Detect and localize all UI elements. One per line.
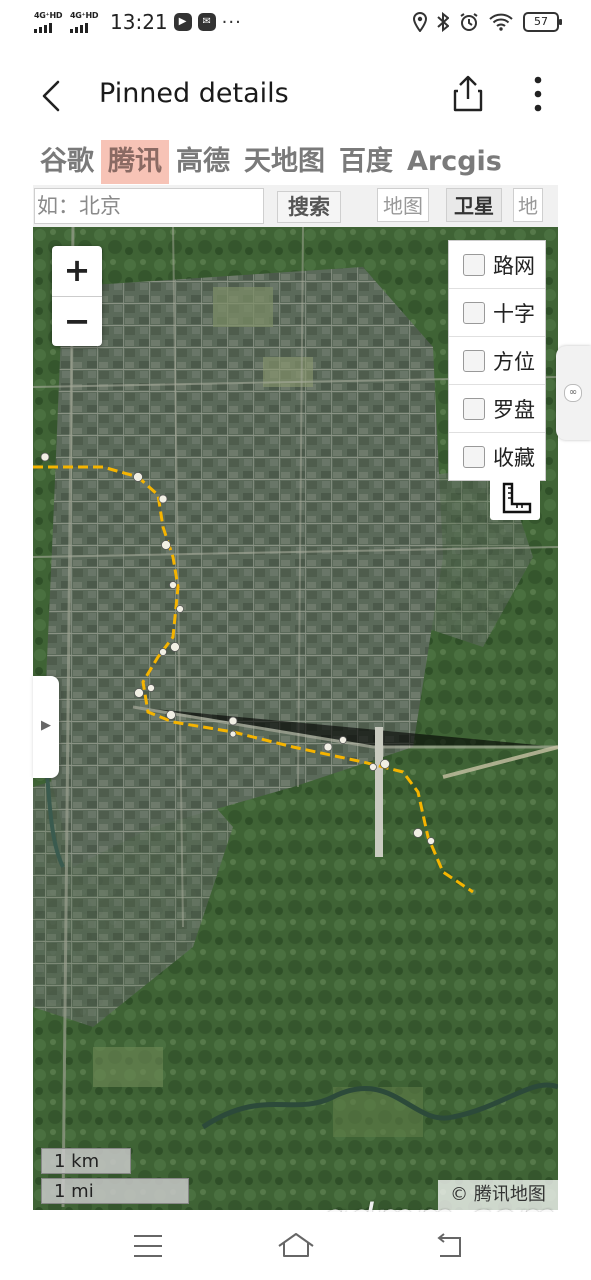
- layer-panel: 路网 十字 方位 罗盘 收藏: [448, 240, 546, 481]
- scale-bar-mi: 1 mi: [41, 1178, 189, 1204]
- search-button[interactable]: 搜索: [277, 191, 341, 223]
- provider-tab-google[interactable]: 谷歌: [33, 140, 101, 184]
- network-type-1: 4G⁺HD: [34, 11, 63, 20]
- provider-tab-arcgis[interactable]: Arcgis: [400, 140, 509, 184]
- checkbox-crosshair[interactable]: [463, 301, 485, 324]
- checkbox-favorites[interactable]: [463, 445, 485, 468]
- layer-roads[interactable]: 路网: [449, 241, 545, 289]
- battery-icon: 57: [523, 12, 562, 32]
- status-time: 13:21: [110, 10, 168, 34]
- layer-label: 收藏: [493, 445, 535, 470]
- zoom-in-button[interactable]: +: [52, 246, 102, 297]
- zoom-out-button[interactable]: −: [52, 297, 102, 347]
- status-bar: 4G⁺HD 4G⁺HD 13:21 ▶ ✉ ··· 57: [0, 0, 591, 46]
- layer-label: 路网: [493, 253, 535, 278]
- layer-bearing[interactable]: 方位: [449, 337, 545, 385]
- menu-icon[interactable]: [128, 1226, 168, 1266]
- more-notifications-icon: ···: [221, 11, 242, 33]
- page-title: Pinned details: [99, 78, 289, 109]
- alarm-icon: [460, 13, 478, 31]
- system-nav-bar: [0, 1212, 591, 1280]
- location-icon: [413, 12, 427, 32]
- app-header: Pinned details: [0, 54, 591, 136]
- checkbox-compass[interactable]: [463, 397, 485, 420]
- media-app-icon: ▶: [173, 13, 192, 31]
- chevron-right-icon: ▶: [41, 718, 51, 733]
- layer-label: 罗盘: [493, 397, 535, 422]
- bluetooth-icon: [437, 12, 449, 32]
- provider-tab-gaode[interactable]: 高德: [169, 140, 237, 184]
- layer-favorites[interactable]: 收藏: [449, 433, 545, 480]
- search-bar: 如：北京 搜索 地图 卫星 地: [33, 185, 558, 227]
- map-type-standard[interactable]: 地图: [377, 188, 429, 222]
- layer-compass[interactable]: 罗盘: [449, 385, 545, 433]
- back-icon[interactable]: [430, 1226, 470, 1266]
- network-type-2: 4G⁺HD: [70, 11, 99, 20]
- left-drawer-handle[interactable]: ▶: [33, 676, 59, 778]
- scale-bar-km: 1 km: [41, 1148, 131, 1174]
- provider-tab-tencent[interactable]: 腾讯: [101, 140, 169, 184]
- layer-label: 十字: [493, 301, 535, 326]
- layer-label: 方位: [493, 349, 535, 374]
- checkbox-bearing[interactable]: [463, 349, 485, 372]
- checkbox-roads[interactable]: [463, 253, 485, 276]
- more-vert-icon[interactable]: [522, 72, 554, 116]
- right-drawer-handle[interactable]: ∞: [556, 346, 591, 440]
- zoom-control: + −: [52, 246, 102, 346]
- back-arrow-icon[interactable]: [30, 74, 74, 118]
- cellular-signal-icon-2: 4G⁺HD: [70, 11, 100, 33]
- map-type-terrain[interactable]: 地: [513, 188, 543, 222]
- home-icon[interactable]: [276, 1226, 316, 1266]
- ruler-icon[interactable]: [490, 476, 540, 520]
- map-provider-tabs: 谷歌 腾讯 高德 天地图 百度 Arcgis: [33, 139, 558, 185]
- map-canvas[interactable]: + − 路网 十字 方位 罗盘 收藏 1 km 1 mi © 腾讯地图: [33, 227, 558, 1210]
- cellular-signal-icon: 4G⁺HD: [34, 11, 64, 33]
- wifi-icon: [489, 13, 513, 31]
- provider-tab-tianditu[interactable]: 天地图: [237, 140, 332, 184]
- map-type-satellite[interactable]: 卫星: [446, 188, 502, 222]
- mail-app-icon: ✉: [197, 13, 216, 31]
- share-icon[interactable]: [448, 74, 488, 114]
- search-input[interactable]: 如：北京: [34, 188, 264, 224]
- layer-crosshair[interactable]: 十字: [449, 289, 545, 337]
- link-icon: ∞: [564, 384, 582, 402]
- provider-tab-baidu[interactable]: 百度: [332, 140, 400, 184]
